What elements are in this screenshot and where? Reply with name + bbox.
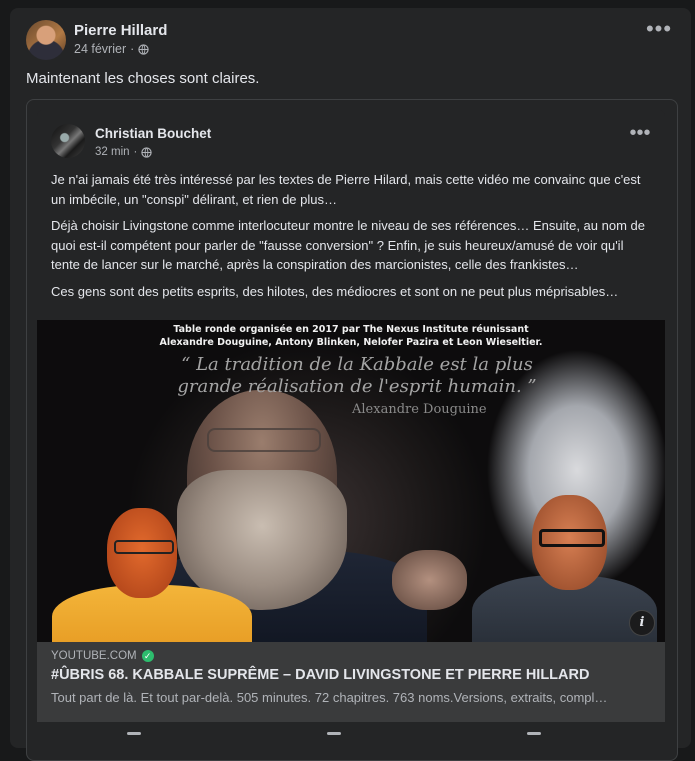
globe-icon xyxy=(138,43,149,55)
shared-author-name[interactable]: Christian Bouchet xyxy=(95,126,211,141)
more-horizontal-icon[interactable]: ••• xyxy=(645,18,673,44)
post-text: Maintenant les choses sont claires. xyxy=(26,70,260,87)
action-bar xyxy=(37,722,665,752)
video-quote-author: Alexandre Douguine xyxy=(352,402,487,417)
video-thumbnail[interactable]: Table ronde organisée en 2017 par The Ne… xyxy=(37,320,665,642)
info-icon[interactable]: i xyxy=(629,610,655,636)
shared-post-frame[interactable]: Christian Bouchet 32 min · ••• Je n'ai j… xyxy=(26,99,678,761)
meta-separator: · xyxy=(130,42,135,56)
post-card: Pierre Hillard 24 février · ••• Maintena… xyxy=(10,8,691,761)
guest-left xyxy=(52,500,252,642)
shared-post: Christian Bouchet 32 min · ••• Je n'ai j… xyxy=(37,110,665,752)
video-header-line: Alexandre Douguine, Antony Blinken, Nelo… xyxy=(159,337,543,348)
link-domain-row: YOUTUBE.COM ✓ xyxy=(51,650,154,662)
figure-hand xyxy=(392,550,467,610)
video-quote: “ La tradition de la Kabbale est la plus… xyxy=(177,354,537,397)
video-header: Table ronde organisée en 2017 par The Ne… xyxy=(37,323,665,349)
author-avatar[interactable] xyxy=(26,20,66,60)
meta-separator: · xyxy=(133,146,138,158)
shared-post-meta: 32 min · xyxy=(95,146,153,158)
figure-glasses xyxy=(207,428,321,452)
link-title[interactable]: #ÛBRIS 68. KABBALE SUPRÊME – DAVID LIVIN… xyxy=(51,667,589,683)
shared-post-body: Je n'ai jamais été très intéressé par le… xyxy=(51,170,651,308)
shared-author-avatar[interactable] xyxy=(51,124,85,158)
link-domain: YOUTUBE.COM xyxy=(51,650,137,662)
post-date[interactable]: 24 février xyxy=(74,42,126,56)
paragraph: Ces gens sont des petits esprits, des hi… xyxy=(51,283,619,299)
video-header-line: Table ronde organisée en 2017 par The Ne… xyxy=(173,324,529,335)
post-meta: 24 février · xyxy=(74,42,149,56)
link-preview[interactable]: YOUTUBE.COM ✓ #ÛBRIS 68. KABBALE SUPRÊME… xyxy=(37,642,665,722)
link-description: Tout part de là. Et tout par-delà. 505 m… xyxy=(51,690,608,705)
verified-icon: ✓ xyxy=(141,650,154,662)
paragraph: Déjà choisir Livingstone comme interlocu… xyxy=(51,218,645,272)
share-icon[interactable] xyxy=(527,732,541,735)
globe-icon xyxy=(141,146,153,158)
paragraph: Je n'ai jamais été très intéressé par le… xyxy=(51,172,641,207)
author-name[interactable]: Pierre Hillard xyxy=(74,22,167,39)
comment-icon[interactable] xyxy=(327,732,341,735)
like-icon[interactable] xyxy=(127,732,141,735)
shared-post-time[interactable]: 32 min xyxy=(95,146,130,158)
more-horizontal-icon[interactable]: ••• xyxy=(627,123,653,143)
